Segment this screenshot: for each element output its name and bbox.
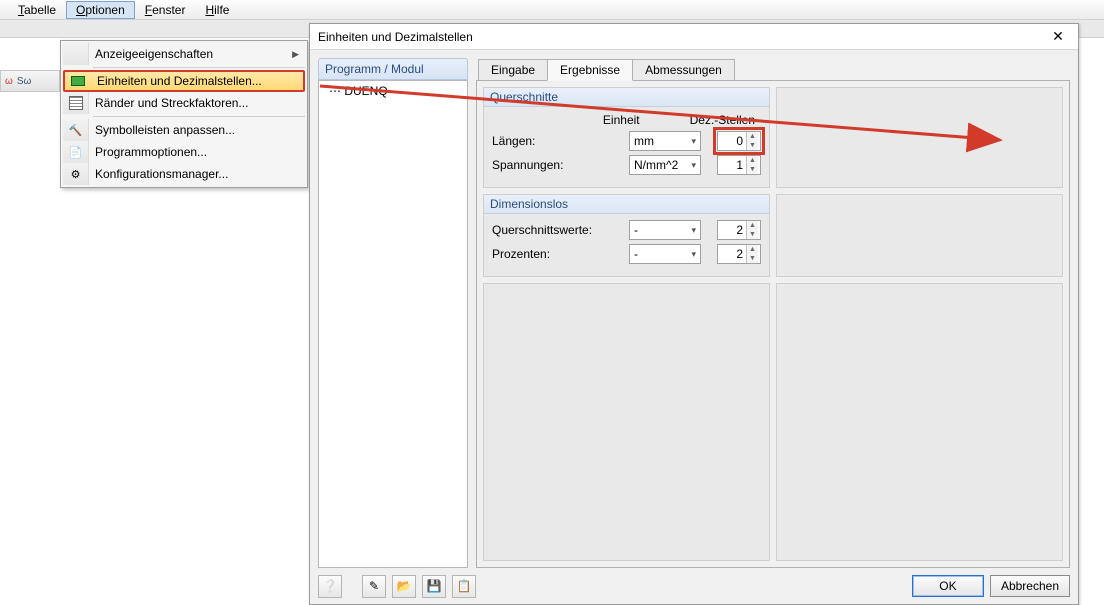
edit-button[interactable]: ✎	[362, 575, 386, 598]
tab-ergebnisse[interactable]: Ergebnisse	[547, 59, 633, 81]
dialog-button-row: ❔ ✎ 📂 💾 📋 OK Abbrechen	[310, 568, 1078, 604]
spinner-down-icon[interactable]: ▼	[746, 230, 758, 239]
dez-spinner-querschnittswerte[interactable]: 2 ▲▼	[717, 220, 761, 240]
optionen-dropdown: Anzeigeeigenschaften ▶ Einheiten und Dez…	[60, 40, 308, 188]
menu-tabelle[interactable]: Tabelle	[8, 1, 66, 19]
close-icon[interactable]: ✕	[1038, 28, 1078, 45]
menu-item-symbolleisten[interactable]: 🔨 Symbolleisten anpassen...	[63, 119, 305, 141]
spinner-down-icon[interactable]: ▼	[746, 254, 758, 263]
floppy-icon: 💾	[427, 579, 442, 593]
ruler-icon	[71, 76, 85, 86]
col-dez-stellen: Dez.-Stellen	[690, 113, 755, 127]
omega-icon[interactable]: ω	[5, 76, 13, 87]
copy-icon: 📋	[457, 579, 472, 593]
menubar: Tabelle Optionen Fenster Hilfe	[0, 0, 1104, 20]
cancel-button[interactable]: Abbrechen	[990, 575, 1070, 597]
spinner-up-icon[interactable]: ▲	[746, 156, 758, 165]
unit-select-spannungen[interactable]: N/mm^2 ▾	[629, 155, 701, 175]
save-button[interactable]: 💾	[422, 575, 446, 598]
tree-item-duenq[interactable]: ⋯ DUENQ	[323, 83, 463, 99]
unit-select-laengen[interactable]: mm ▾	[629, 131, 701, 151]
group-dimensionslos: Dimensionslos Querschnittswerte: - ▾ 2 ▲…	[483, 194, 770, 277]
s-omega-icon[interactable]: Sω	[17, 76, 31, 87]
dez-spinner-laengen[interactable]: 0 ▲▼	[717, 131, 761, 151]
group-querschnitte: Querschnitte Einheit Dez.-Stellen Längen…	[483, 87, 770, 188]
menu-item-programmoptionen[interactable]: 📄 Programmoptionen...	[63, 141, 305, 163]
label-prozenten: Prozenten:	[492, 247, 629, 261]
grid-icon	[69, 96, 83, 110]
unit-select-querschnittswerte[interactable]: - ▾	[629, 220, 701, 240]
ok-button[interactable]: OK	[912, 575, 984, 597]
spinner-up-icon[interactable]: ▲	[746, 221, 758, 230]
einheiten-dialog: Einheiten und Dezimalstellen ✕ Programm …	[309, 23, 1079, 605]
spinner-up-icon[interactable]: ▲	[746, 132, 758, 141]
spinner-down-icon[interactable]: ▼	[746, 141, 758, 150]
menu-separator	[93, 67, 305, 68]
unit-select-prozenten[interactable]: - ▾	[629, 244, 701, 264]
menu-item-raender[interactable]: Ränder und Streckfaktoren...	[63, 92, 305, 114]
chevron-down-icon: ▾	[691, 225, 696, 236]
tab-eingabe[interactable]: Eingabe	[478, 59, 548, 81]
gears-icon: ⚙	[68, 166, 84, 182]
tabs: Eingabe Ergebnisse Abmessungen	[476, 58, 1070, 80]
menu-fenster[interactable]: Fenster	[135, 1, 196, 19]
empty-box-1	[776, 87, 1063, 188]
empty-box-2	[776, 194, 1063, 277]
submenu-arrow-icon: ▶	[292, 49, 299, 60]
open-button[interactable]: 📂	[392, 575, 416, 598]
col-einheit: Einheit	[603, 113, 640, 127]
chevron-down-icon: ▾	[691, 249, 696, 260]
label-spannungen: Spannungen:	[492, 158, 629, 172]
label-laengen: Längen:	[492, 134, 629, 148]
blank-icon	[68, 46, 84, 62]
tab-abmessungen[interactable]: Abmessungen	[632, 59, 735, 81]
menu-item-einheiten[interactable]: Einheiten und Dezimalstellen...	[63, 70, 305, 92]
copy-button[interactable]: 📋	[452, 575, 476, 598]
menu-item-konfigurationsmanager[interactable]: ⚙ Konfigurationsmanager...	[63, 163, 305, 185]
hammer-icon: 🔨	[68, 122, 84, 138]
dez-spinner-prozenten[interactable]: 2 ▲▼	[717, 244, 761, 264]
menu-optionen[interactable]: Optionen	[66, 1, 135, 19]
dialog-title: Einheiten und Dezimalstellen	[318, 30, 1038, 44]
module-tree[interactable]: ⋯ DUENQ	[318, 80, 468, 568]
chevron-down-icon: ▾	[691, 160, 696, 171]
menu-hilfe[interactable]: Hilfe	[195, 1, 239, 19]
help-button[interactable]: ❔	[318, 575, 342, 598]
dialog-titlebar: Einheiten und Dezimalstellen ✕	[310, 24, 1078, 50]
empty-box-4	[776, 283, 1063, 561]
label-querschnittswerte: Querschnittswerte:	[492, 223, 629, 237]
gear-doc-icon: 📄	[68, 144, 84, 160]
menu-separator	[93, 116, 305, 117]
dez-spinner-spannungen[interactable]: 1 ▲▼	[717, 155, 761, 175]
edit-icon: ✎	[369, 579, 379, 593]
mini-toolbar: ω Sω	[0, 70, 60, 92]
programm-modul-header: Programm / Modul	[318, 58, 468, 80]
spinner-down-icon[interactable]: ▼	[746, 165, 758, 174]
empty-box-3	[483, 283, 770, 561]
chevron-down-icon: ▾	[691, 136, 696, 147]
spinner-up-icon[interactable]: ▲	[746, 245, 758, 254]
help-icon: ❔	[323, 579, 338, 593]
menu-item-anzeigeeigenschaften[interactable]: Anzeigeeigenschaften ▶	[63, 43, 305, 65]
folder-icon: 📂	[397, 579, 412, 593]
